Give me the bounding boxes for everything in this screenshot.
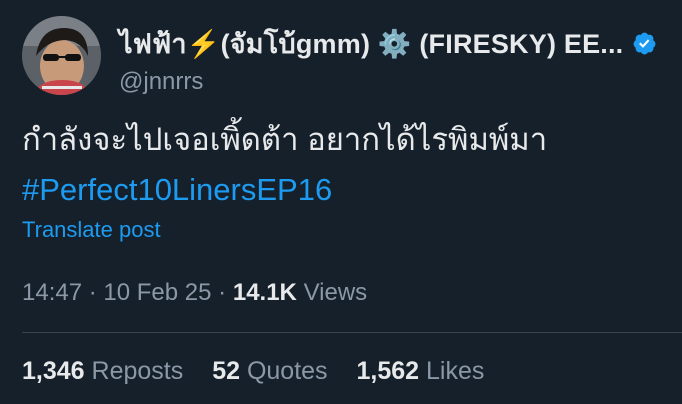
author-display-name[interactable]: ไฟฟ้า⚡️(จัมโบ้gmm) ⚙️ (FIRESKY) EE... bbox=[119, 22, 623, 65]
post-text-content: กำลังจะไปเจอเพิ้ดต้า อยากได้ไรพิมพ์มา bbox=[22, 122, 548, 157]
post-header: ไฟฟ้า⚡️(จัมโบ้gmm) ⚙️ (FIRESKY) EE... @j… bbox=[22, 16, 672, 96]
likes-stat[interactable]: 1,562 Likes bbox=[357, 357, 485, 385]
quotes-label: Quotes bbox=[246, 357, 328, 385]
likes-count: 1,562 bbox=[356, 357, 420, 385]
quotes-stat[interactable]: 52 Quotes bbox=[212, 357, 327, 385]
post-detail: ไฟฟ้า⚡️(จัมโบ้gmm) ⚙️ (FIRESKY) EE... @j… bbox=[0, 0, 682, 404]
meta-separator: · bbox=[218, 279, 233, 306]
avatar-image bbox=[22, 16, 101, 95]
author-name-row: ไฟฟ้า⚡️(จัมโบ้gmm) ⚙️ (FIRESKY) EE... bbox=[119, 26, 657, 60]
verified-badge-icon bbox=[633, 32, 656, 54]
post-text: กำลังจะไปเจอเพิ้ดต้า อยากได้ไรพิมพ์มา #P… bbox=[22, 115, 547, 215]
engagement-stats: 1,346 Reposts 52 Quotes 1,562 Likes bbox=[22, 357, 506, 386]
reposts-stat[interactable]: 1,346 Reposts bbox=[22, 357, 183, 385]
meta-separator: · bbox=[88, 279, 104, 306]
reposts-count: 1,346 bbox=[22, 357, 85, 385]
translate-post-link[interactable]: Translate post bbox=[22, 217, 161, 243]
views-count: 14.1K bbox=[232, 279, 297, 306]
post-date[interactable]: 10 Feb 25 bbox=[103, 279, 211, 306]
author-handle[interactable]: @jnnrrs bbox=[119, 68, 203, 96]
post-time[interactable]: 14:47 bbox=[22, 279, 82, 306]
likes-label: Likes bbox=[426, 357, 485, 385]
views-label: Views bbox=[303, 279, 368, 306]
avatar[interactable] bbox=[22, 16, 101, 95]
reposts-label: Reposts bbox=[91, 357, 184, 385]
quotes-count: 52 bbox=[212, 357, 240, 385]
post-meta: 14:47 · 10 Feb 25 · 14.1K Views bbox=[22, 279, 367, 307]
divider bbox=[22, 332, 682, 333]
hashtag-link[interactable]: #Perfect10LinersEP16 bbox=[22, 165, 547, 215]
